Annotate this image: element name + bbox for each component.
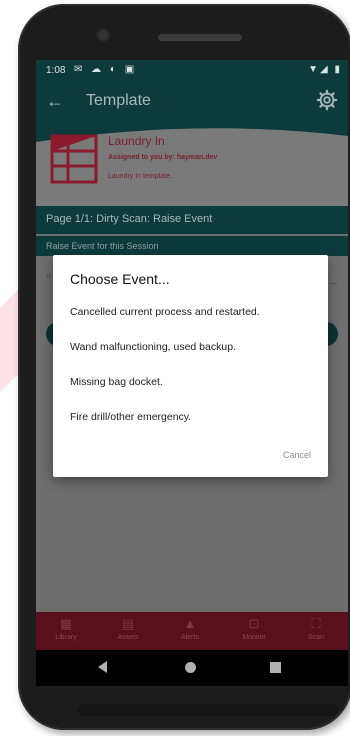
nav-item-monitor[interactable]: ⊡ Monitor	[228, 616, 280, 641]
bell-icon: ▲	[183, 616, 197, 631]
obscured-field-value: _	[330, 274, 336, 284]
front-camera	[98, 30, 108, 40]
cancel-button[interactable]: Cancel	[283, 450, 311, 460]
back-arrow-icon[interactable]: ←	[46, 91, 64, 112]
sub-header-label: Raise Event for this Session	[46, 241, 159, 251]
nav-label-scan: Scan	[308, 634, 324, 641]
sub-header: Raise Event for this Session	[36, 236, 348, 256]
system-navigation-bar	[36, 650, 348, 686]
system-recents-icon[interactable]	[270, 662, 281, 673]
template-assigned: Assigned to you by: hayman.dev	[108, 154, 218, 161]
grid-icon: ▦	[59, 616, 73, 631]
event-option-missing-docket[interactable]: Missing bag docket.	[70, 376, 163, 388]
nav-item-scan[interactable]: ⛶ Scan	[290, 616, 342, 641]
page-header-label: Page 1/1: Dirty Scan: Raise Event	[46, 213, 213, 225]
phone-chin	[78, 704, 338, 716]
status-bar: 1:08 ✉ ☁ ◐ ▣ ▼◢ ▮	[36, 60, 348, 82]
event-option-wand[interactable]: Wand malfunctioning, used backup.	[70, 341, 236, 353]
nav-item-library[interactable]: ▦ Library	[40, 616, 92, 641]
scan-icon: ⛶	[311, 616, 321, 631]
template-description: Laundry In template.	[108, 173, 172, 180]
earpiece-speaker	[158, 34, 242, 41]
page-header: Page 1/1: Dirty Scan: Raise Event	[36, 206, 348, 234]
nav-label-monitor: Monitor	[242, 634, 266, 641]
system-home-icon[interactable]	[185, 662, 196, 673]
dialog-title: Choose Event...	[70, 271, 170, 287]
event-option-fire-drill[interactable]: Fire drill/other emergency.	[70, 411, 191, 423]
app-bar-title: Template	[86, 92, 151, 109]
nav-label-library: Library	[55, 634, 77, 641]
bottom-navigation: ▦ Library ▤ Assets ▲ Alerts ⊡ Monitor ⛶ …	[36, 612, 348, 650]
template-header-card: Laundry In Assigned to you by: hayman.de…	[36, 124, 348, 206]
choose-event-dialog: Choose Event... Cancelled current proces…	[53, 255, 328, 477]
monitor-icon: ⊡	[248, 616, 260, 631]
gear-icon[interactable]	[316, 89, 338, 111]
notification-icons: ✉ ☁ ◐ ▣	[74, 64, 138, 75]
obscured-field-label: R	[46, 274, 52, 281]
status-time: 1:08	[46, 65, 66, 76]
template-title: Laundry In	[108, 134, 165, 148]
assets-icon: ▤	[121, 616, 135, 631]
nav-item-alerts[interactable]: ▲ Alerts	[164, 616, 216, 641]
nav-label-assets: Assets	[117, 634, 139, 641]
event-option-cancelled[interactable]: Cancelled current process and restarted.	[70, 306, 260, 318]
nav-label-alerts: Alerts	[181, 634, 199, 641]
nav-item-assets[interactable]: ▤ Assets	[102, 616, 154, 641]
signal-battery-icons: ▼◢ ▮	[308, 64, 342, 75]
table-icon	[50, 134, 98, 184]
system-back-icon[interactable]	[98, 661, 107, 673]
app-bar: ← Template	[36, 82, 348, 124]
